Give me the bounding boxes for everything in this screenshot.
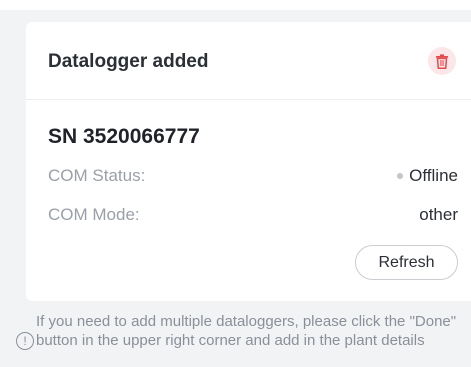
offline-dot-icon bbox=[397, 173, 404, 179]
serial-number: SN 3520066777 bbox=[48, 125, 200, 148]
top-strip bbox=[0, 0, 471, 10]
info-icon: ! bbox=[16, 332, 34, 350]
refresh-button[interactable]: Refresh bbox=[355, 245, 458, 280]
com-mode-label: COM Mode: bbox=[48, 205, 140, 224]
card-header: Datalogger added bbox=[26, 22, 471, 100]
trash-icon bbox=[436, 53, 448, 69]
card-title: Datalogger added bbox=[48, 51, 209, 72]
delete-button[interactable] bbox=[428, 47, 456, 75]
com-status-value: Offline bbox=[397, 166, 458, 186]
datalogger-card: Datalogger added SN 3520066777 COM Statu… bbox=[26, 22, 471, 301]
com-mode-value: other bbox=[419, 205, 458, 224]
com-status-text: Offline bbox=[409, 166, 458, 185]
com-status-label: COM Status: bbox=[48, 166, 146, 185]
notice-text: If you need to add multiple dataloggers,… bbox=[36, 313, 457, 349]
